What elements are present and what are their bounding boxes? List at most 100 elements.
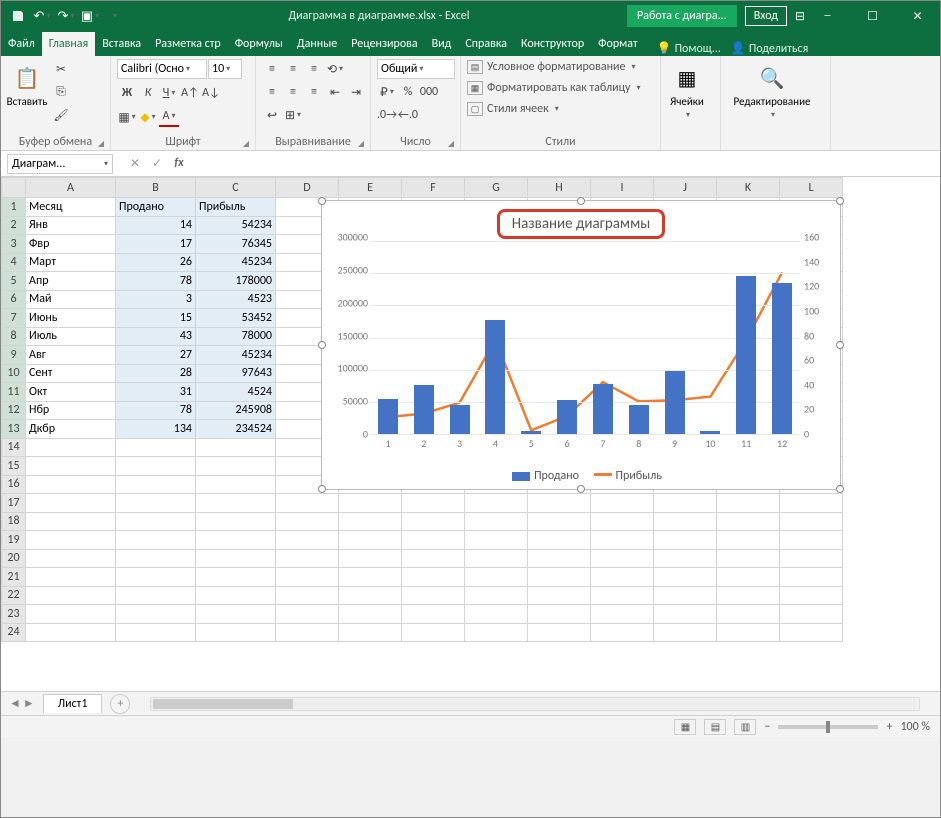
conditional-formatting-button[interactable]: ▤Условное форматирование▾ — [467, 59, 635, 75]
cell[interactable]: 245908 — [196, 401, 276, 420]
cell[interactable]: 97643 — [196, 364, 276, 383]
cell[interactable]: 76345 — [196, 235, 276, 254]
cell[interactable] — [654, 623, 717, 642]
name-box[interactable]: Диаграм...▾ — [7, 154, 113, 174]
cancel-formula-icon[interactable]: ✕ — [125, 156, 145, 171]
zoom-in-icon[interactable]: + — [886, 720, 892, 734]
align-center-icon[interactable]: ≡ — [283, 82, 303, 102]
resize-handle[interactable] — [836, 197, 844, 205]
row-header[interactable]: 1 — [2, 198, 26, 217]
currency-icon[interactable]: ₽▾ — [377, 82, 397, 102]
resize-handle[interactable] — [318, 341, 326, 349]
row-header[interactable]: 16 — [2, 475, 26, 494]
align-bottom-icon[interactable]: ≡ — [304, 59, 324, 79]
primary-y-axis[interactable]: 050000100000150000200000250000300000 — [328, 237, 368, 434]
underline-button[interactable]: Ч▾ — [159, 83, 179, 103]
cell[interactable]: Авг — [26, 346, 116, 365]
chart-bar[interactable] — [665, 371, 685, 434]
cell[interactable] — [780, 605, 843, 624]
tab-review[interactable]: Рецензирова — [344, 32, 424, 56]
cell[interactable] — [276, 605, 339, 624]
cell[interactable] — [26, 438, 116, 457]
share-button[interactable]: 👤Поделиться — [731, 41, 808, 56]
cell[interactable] — [276, 531, 339, 550]
cell[interactable]: 4524 — [196, 383, 276, 402]
cell[interactable] — [402, 549, 465, 568]
cell[interactable] — [465, 586, 528, 605]
cell[interactable]: Апр — [26, 272, 116, 291]
chart-bar[interactable] — [414, 385, 434, 434]
cell[interactable]: 134 — [116, 420, 196, 439]
cell[interactable] — [26, 605, 116, 624]
cell[interactable]: 43 — [116, 327, 196, 346]
row-header[interactable]: 12 — [2, 401, 26, 420]
cell[interactable]: 78 — [116, 272, 196, 291]
chart-bar[interactable] — [485, 320, 505, 435]
save-icon[interactable] — [7, 5, 29, 27]
dialog-launcher-icon[interactable]: ◢ — [358, 139, 364, 149]
sheet-tab[interactable]: Лист1 — [43, 694, 103, 713]
cell[interactable]: 45234 — [196, 346, 276, 365]
row-header[interactable]: 20 — [2, 549, 26, 568]
cell[interactable] — [26, 586, 116, 605]
cell[interactable] — [402, 586, 465, 605]
column-header[interactable]: K — [717, 178, 780, 198]
cell[interactable]: Окт — [26, 383, 116, 402]
row-header[interactable]: 14 — [2, 438, 26, 457]
cell[interactable]: 15 — [116, 309, 196, 328]
tab-file[interactable]: Файл — [1, 32, 42, 56]
row-header[interactable]: 18 — [2, 512, 26, 531]
cell[interactable] — [465, 531, 528, 550]
cell[interactable]: Май — [26, 290, 116, 309]
resize-handle[interactable] — [577, 485, 585, 493]
column-header[interactable]: B — [116, 178, 196, 198]
cell[interactable] — [116, 623, 196, 642]
cell[interactable] — [116, 494, 196, 513]
dialog-launcher-icon[interactable]: ◢ — [98, 139, 104, 149]
row-header[interactable]: 24 — [2, 623, 26, 642]
cell[interactable]: Янв — [26, 216, 116, 235]
column-header[interactable]: G — [465, 178, 528, 198]
cell[interactable] — [196, 512, 276, 531]
resize-handle[interactable] — [836, 485, 844, 493]
plot-area[interactable]: 123456789101112 — [370, 241, 800, 434]
cell[interactable] — [717, 494, 780, 513]
cell[interactable] — [276, 623, 339, 642]
format-painter-icon[interactable]: 🖌 — [51, 105, 71, 125]
cell[interactable] — [654, 568, 717, 587]
cell[interactable] — [591, 494, 654, 513]
column-header[interactable]: E — [339, 178, 402, 198]
cell[interactable] — [196, 475, 276, 494]
cell[interactable] — [26, 494, 116, 513]
fx-icon[interactable]: fx — [169, 156, 189, 171]
column-header[interactable]: J — [654, 178, 717, 198]
cell[interactable] — [196, 438, 276, 457]
cell[interactable] — [654, 494, 717, 513]
font-color-button[interactable]: A▾ — [159, 107, 179, 127]
cell[interactable] — [339, 531, 402, 550]
column-header[interactable]: H — [528, 178, 591, 198]
cell[interactable] — [465, 494, 528, 513]
cell[interactable] — [196, 531, 276, 550]
chart-bar[interactable] — [378, 399, 398, 434]
cells-button[interactable]: ▦Ячейки▾ — [667, 59, 707, 120]
cell[interactable] — [116, 531, 196, 550]
cell[interactable]: Продано — [116, 198, 196, 217]
cell[interactable]: 28 — [116, 364, 196, 383]
secondary-y-axis[interactable]: 020406080100120140160 — [804, 237, 834, 434]
editing-button[interactable]: 🔍Редактирование▾ — [727, 59, 817, 120]
paste-button[interactable]: 📋 Вставить — [7, 59, 47, 108]
row-header[interactable]: 19 — [2, 531, 26, 550]
qat-customize-icon[interactable]: ▾ — [103, 5, 125, 27]
horizontal-scrollbar[interactable] — [150, 697, 920, 711]
cell[interactable] — [116, 438, 196, 457]
cell[interactable] — [196, 586, 276, 605]
cell[interactable] — [591, 549, 654, 568]
format-as-table-button[interactable]: ▦Форматировать как таблицу▾ — [467, 80, 641, 96]
row-header[interactable]: 8 — [2, 327, 26, 346]
cell[interactable] — [196, 605, 276, 624]
cell[interactable] — [528, 494, 591, 513]
cell[interactable] — [402, 512, 465, 531]
cell[interactable] — [528, 549, 591, 568]
chart-bar[interactable] — [736, 276, 756, 434]
